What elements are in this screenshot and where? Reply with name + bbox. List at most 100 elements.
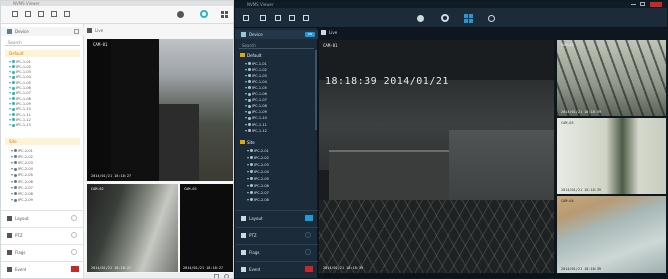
expand-icon[interactable] (247, 184, 249, 187)
expand-icon[interactable] (245, 74, 247, 77)
expand-icon[interactable] (245, 99, 247, 102)
expand-icon[interactable] (245, 80, 247, 83)
maximize-icon[interactable] (640, 2, 645, 6)
tree-item[interactable]: IPC-1-07 (9, 91, 31, 96)
tree-item[interactable]: IPC-1-05 (245, 85, 267, 90)
bell-icon[interactable] (177, 11, 184, 18)
layout-icon[interactable] (51, 11, 57, 17)
collapse-icon[interactable] (74, 29, 79, 34)
tree-item[interactable]: IPC-1-04 (245, 79, 267, 84)
device-toggle-badge[interactable]: ON (305, 32, 315, 37)
tree-item[interactable]: IPC-2-05 (247, 176, 269, 181)
light-search[interactable]: Search (5, 39, 80, 46)
fullscreen-icon[interactable] (214, 274, 219, 278)
expand-icon[interactable] (245, 105, 247, 108)
expand-icon[interactable] (247, 163, 249, 166)
expand-icon[interactable] (11, 149, 13, 152)
play-icon[interactable] (25, 11, 31, 17)
tree-item[interactable]: IPC-2-01 (247, 148, 269, 153)
expand-icon[interactable] (247, 198, 249, 201)
expand-icon[interactable] (9, 108, 11, 111)
expand-icon[interactable] (245, 62, 247, 65)
toggle-icon[interactable] (71, 266, 79, 272)
expand-icon[interactable] (245, 117, 247, 120)
dark-feed-side-1[interactable]: CAM-02 2014/01/21 18:18:39 (557, 40, 666, 116)
toggle-icon[interactable] (71, 232, 77, 238)
expand-icon[interactable] (11, 155, 13, 158)
toggle-icon[interactable] (305, 266, 313, 272)
search-input[interactable]: Search (8, 40, 22, 45)
sidebar-scrollbar[interactable] (315, 50, 317, 130)
dark-tab[interactable]: Live (321, 29, 361, 37)
tree-item[interactable]: IPC-1-08 (245, 104, 267, 109)
settings-icon[interactable] (488, 15, 495, 22)
list-icon[interactable] (303, 15, 309, 21)
tree-item[interactable]: IPC-1-09 (245, 110, 267, 115)
dark-feed-side-2[interactable]: CAM-03 2014/01/21 18:18:39 (557, 118, 666, 194)
tree-item[interactable]: IPC-1-08 (9, 96, 31, 101)
tree-item[interactable]: IPC-2-09 (11, 198, 33, 203)
tree-item[interactable]: IPC-2-03 (247, 162, 269, 167)
grid-icon[interactable] (464, 14, 473, 23)
tree-item[interactable]: IPC-1-11 (9, 112, 31, 117)
toggle-icon[interactable] (71, 215, 77, 221)
tree-item[interactable]: IPC-2-07 (11, 185, 33, 190)
expand-icon[interactable] (245, 129, 247, 132)
minimize-icon[interactable] (631, 4, 636, 5)
expand-icon[interactable] (9, 118, 11, 121)
close-icon[interactable] (650, 2, 662, 7)
bell-icon[interactable] (417, 15, 424, 22)
expand-icon[interactable] (245, 68, 247, 71)
expand-icon[interactable] (11, 174, 13, 177)
tree-item[interactable]: IPC-2-02 (247, 155, 269, 160)
tree-item[interactable]: IPC-1-02 (245, 67, 267, 72)
light-feed-small-2[interactable]: CAM-03 2014/01/21 18:18:27 (180, 184, 233, 272)
list-icon[interactable] (64, 11, 70, 17)
expand-icon[interactable] (9, 97, 11, 100)
play-icon[interactable] (260, 15, 266, 21)
grid-icon[interactable] (221, 11, 228, 18)
dark-search[interactable]: Search (239, 42, 314, 49)
expand-icon[interactable] (247, 170, 249, 173)
toggle-icon[interactable] (305, 215, 313, 221)
tree-item[interactable]: IPC-2-04 (247, 169, 269, 174)
tree-item[interactable]: IPC-1-03 (245, 73, 267, 78)
tree-item[interactable]: IPC-1-07 (245, 98, 267, 103)
expand-icon[interactable] (245, 111, 247, 114)
tree-item[interactable]: IPC-1-13 (9, 123, 31, 128)
expand-icon[interactable] (11, 161, 13, 164)
tree-item[interactable]: IPC-1-10 (9, 107, 31, 112)
map-icon[interactable] (275, 15, 281, 21)
expand-icon[interactable] (247, 149, 249, 152)
home-icon[interactable] (243, 15, 249, 21)
expand-icon[interactable] (11, 180, 13, 183)
bottom-menu-ptz[interactable]: PTZ (235, 227, 318, 242)
tree-item[interactable]: IPC-1-01 (9, 59, 31, 64)
tree-item[interactable]: IPC-1-01 (245, 61, 267, 66)
map-icon[interactable] (38, 11, 44, 17)
expand-icon[interactable] (11, 186, 13, 189)
expand-icon[interactable] (11, 199, 13, 202)
device-section-header[interactable]: Device ON (235, 30, 318, 39)
expand-icon[interactable] (9, 102, 11, 105)
dark-feed-main[interactable]: CAM-01 18:18:39 2014/01/21 2014/01/21 18… (319, 40, 554, 273)
tree-item[interactable]: IPC-2-05 (11, 173, 33, 178)
toggle-icon[interactable] (305, 232, 311, 238)
tree-item[interactable]: IPC-1-05 (9, 80, 31, 85)
tree-item[interactable]: IPC-2-08 (247, 197, 269, 202)
group2-header[interactable]: Site (5, 138, 80, 145)
light-feed-small-1[interactable]: CAM-02 2014/01/21 18:18:27 (87, 184, 178, 272)
device-section-header[interactable]: Device (1, 27, 84, 36)
group2-header[interactable]: Site (239, 139, 314, 146)
tree-item[interactable]: IPC-2-06 (11, 179, 33, 184)
expand-icon[interactable] (9, 71, 11, 74)
expand-icon[interactable] (9, 124, 11, 127)
tree-item[interactable]: IPC-2-08 (11, 191, 33, 196)
bottom-menu-event[interactable]: Event (1, 261, 84, 276)
expand-icon[interactable] (247, 177, 249, 180)
toggle-icon[interactable] (71, 249, 77, 255)
expand-icon[interactable] (11, 168, 13, 171)
tree-item[interactable]: IPC-1-12 (245, 128, 267, 133)
tree-item[interactable]: IPC-2-04 (11, 167, 33, 172)
light-tab[interactable]: Live (87, 27, 127, 35)
